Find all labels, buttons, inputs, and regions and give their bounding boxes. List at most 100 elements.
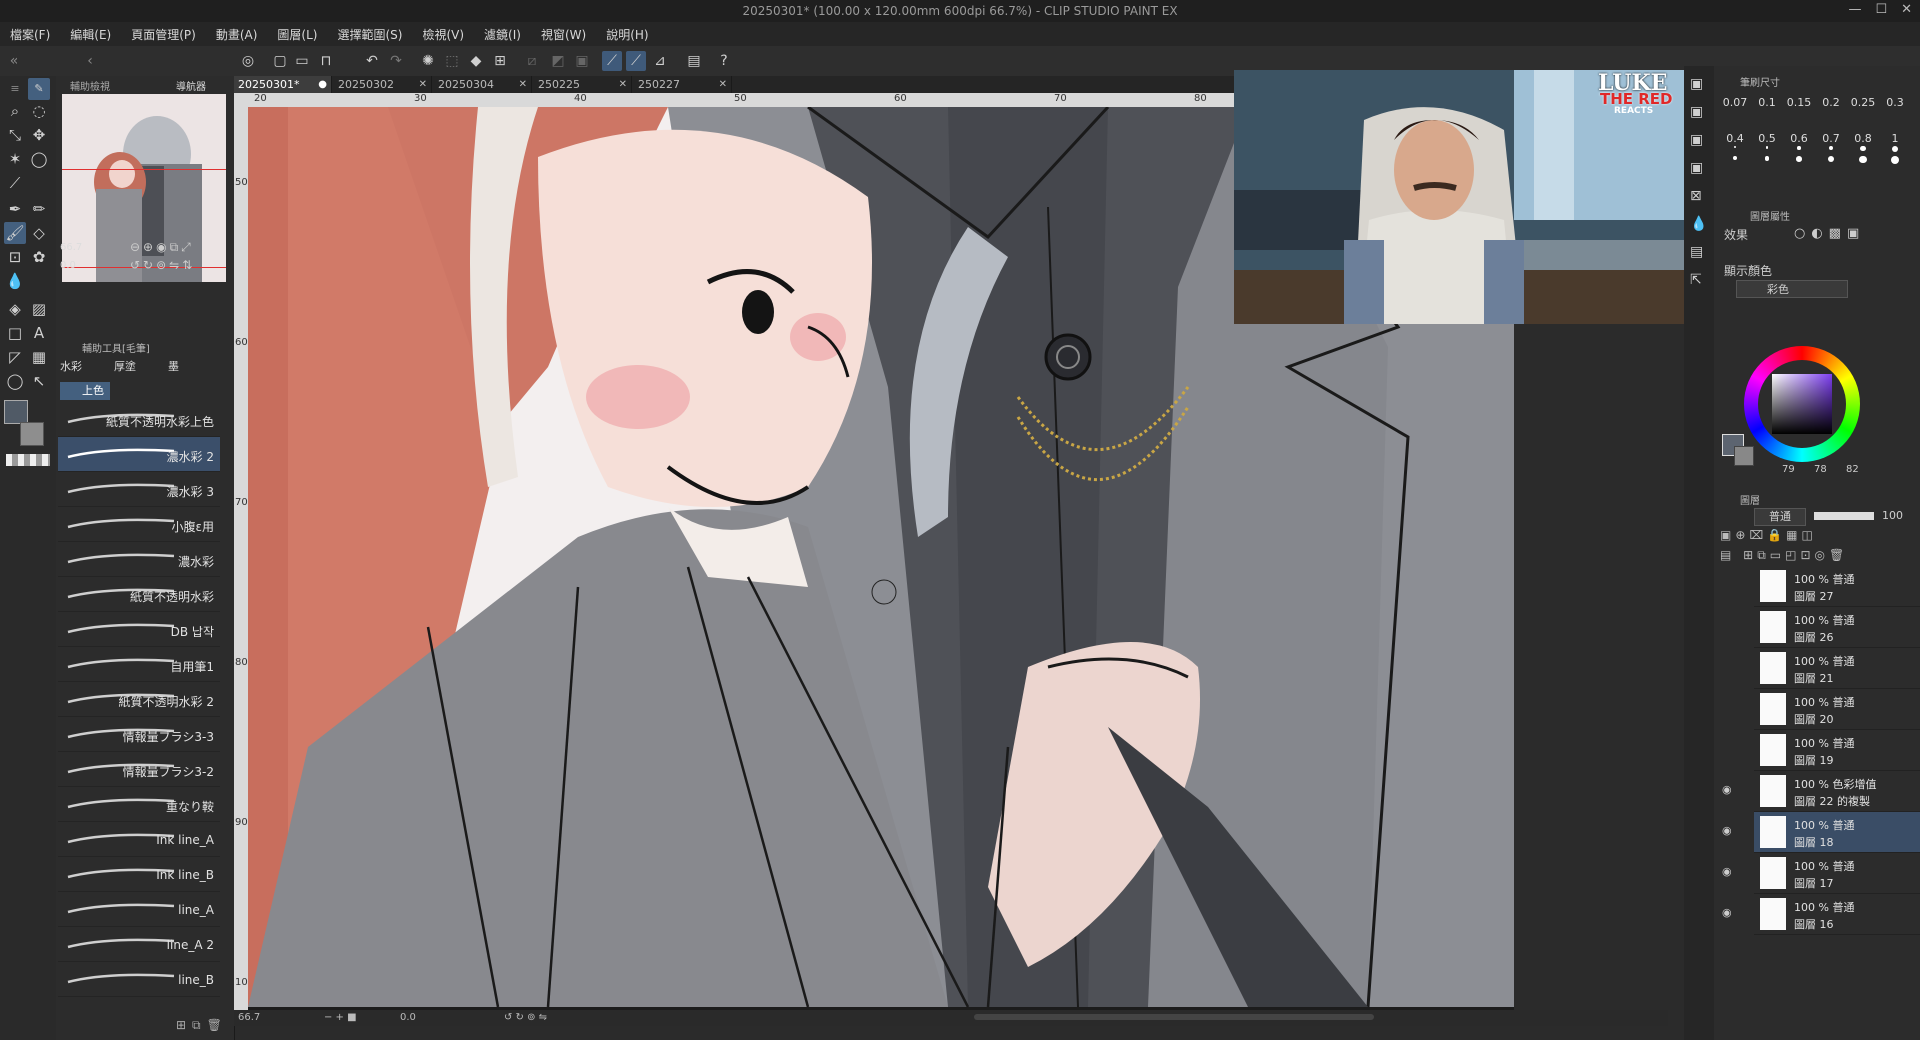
figure-icon[interactable]: □ xyxy=(4,322,26,344)
subtool-footer-icons[interactable]: ⊞⧉🗑 xyxy=(176,1018,228,1033)
brush-preset[interactable]: 濃水彩 2 xyxy=(58,437,220,472)
text-icon[interactable]: A xyxy=(28,322,50,344)
border-icon[interactable]: ▣ xyxy=(572,51,592,71)
invert-icon[interactable]: ◩ xyxy=(548,51,568,71)
tab-20250304[interactable]: 20250304 ✕ xyxy=(434,76,532,93)
brush-size-option[interactable]: 0.1 xyxy=(1752,96,1782,109)
brush-size-option[interactable]: 0.7 xyxy=(1816,132,1846,145)
brush-preset[interactable]: 濃水彩 3 xyxy=(58,472,220,507)
collapse-icon[interactable]: « xyxy=(4,51,24,71)
snap-special-ruler-icon[interactable]: ⟋ xyxy=(626,51,646,71)
main-color-swatch[interactable] xyxy=(4,400,28,424)
layer-row[interactable]: 100 % 普通 圖層 16 xyxy=(1754,894,1920,935)
brush-size-option[interactable]: 0.5 xyxy=(1752,132,1782,145)
rotate-buttons[interactable]: ↺ ↻ ⊚ ⇋ xyxy=(504,1012,547,1023)
correct-line-icon[interactable]: ↖ xyxy=(28,370,50,392)
navigator-zoom-value[interactable]: 66.7 xyxy=(60,242,82,253)
brush-size-icon[interactable]: ✎ xyxy=(28,78,50,100)
sub-color-swatch[interactable] xyxy=(20,422,44,446)
eraser-icon[interactable]: ◇ xyxy=(28,222,50,244)
color-g-value[interactable]: 78 xyxy=(1814,464,1827,475)
layer-row[interactable]: 100 % 普通 圖層 17 xyxy=(1754,853,1920,894)
balloon-icon[interactable]: ◯ xyxy=(4,370,26,392)
brush-size-option[interactable]: 0.25 xyxy=(1848,96,1878,109)
document-icon[interactable]: ▤ xyxy=(1690,244,1703,260)
eye-icon[interactable]: ◉ xyxy=(1722,783,1732,796)
chevron-left-icon[interactable]: ‹ xyxy=(80,51,100,71)
brush-preset[interactable]: line_A 2 xyxy=(58,927,220,962)
brush-size-option[interactable]: 0.15 xyxy=(1784,96,1814,109)
minimize-button[interactable]: — xyxy=(1848,2,1861,17)
menu-layer[interactable]: 圖層(L) xyxy=(277,26,317,43)
layer-row[interactable]: 100 % 色彩增值 圖層 22 的複製 xyxy=(1754,771,1920,812)
droplet-icon[interactable]: 💧 xyxy=(1690,216,1707,232)
menu-selection[interactable]: 選擇範圍(S) xyxy=(337,26,402,43)
menu-help[interactable]: 說明(H) xyxy=(606,26,648,43)
fill-icon[interactable]: ◆ xyxy=(466,51,486,71)
menu-filter[interactable]: 濾鏡(I) xyxy=(484,26,521,43)
help-icon[interactable]: ? xyxy=(714,51,734,71)
transform-icon[interactable]: ⊞ xyxy=(490,51,510,71)
clear-icon[interactable]: ⬚ xyxy=(442,51,462,71)
lasso-icon[interactable]: ◯ xyxy=(28,148,50,170)
menu-window[interactable]: 視窗(W) xyxy=(541,26,586,43)
new-file-icon[interactable]: ▢ xyxy=(270,51,290,71)
eye-icon[interactable]: ◉ xyxy=(1722,824,1732,837)
clip-studio-icon[interactable]: ◎ xyxy=(238,51,258,71)
subtool-group-coloring[interactable]: 上色 xyxy=(60,382,110,400)
brush-preset[interactable]: 小腹ɛ用 xyxy=(58,507,220,542)
tab-250225[interactable]: 250225 ✕ xyxy=(534,76,632,93)
tab-20250301[interactable]: 20250301* ● xyxy=(234,76,332,93)
opacity-slider[interactable] xyxy=(1814,512,1874,520)
eye-icon[interactable]: ◉ xyxy=(1722,865,1732,878)
brush-preset[interactable]: Ink line_B xyxy=(58,857,220,892)
brush-size-option[interactable]: 0.8 xyxy=(1848,132,1878,145)
brush-size-option[interactable]: 0.07 xyxy=(1720,96,1750,109)
close-panel-icon[interactable]: ⊠ xyxy=(1690,188,1702,204)
open-file-icon[interactable]: ▭ xyxy=(292,51,312,71)
material-icon[interactable]: ▣ xyxy=(1690,132,1703,148)
layer-row[interactable]: 100 % 普通 圖層 26 xyxy=(1754,607,1920,648)
redo-icon[interactable]: ↷ xyxy=(386,51,406,71)
ruler-icon[interactable]: ▦ xyxy=(28,346,50,368)
pen-icon[interactable]: ✒ xyxy=(4,198,26,220)
operation-icon[interactable]: ⤡ xyxy=(4,124,26,146)
blend-mode-select[interactable]: 普通 xyxy=(1754,508,1806,526)
brush-size-option[interactable]: 0.4 xyxy=(1720,132,1750,145)
rotate-icon[interactable]: ◌ xyxy=(28,100,50,122)
menu-view[interactable]: 檢視(V) xyxy=(422,26,464,43)
export-icon[interactable]: ⇱ xyxy=(1690,272,1702,288)
navigator-rotate-buttons[interactable]: ↺↻⊚⇋⇅ xyxy=(130,258,195,272)
eyedropper-icon[interactable]: ⟋ xyxy=(4,172,26,194)
zoom-buttons[interactable]: − + ■ xyxy=(324,1012,357,1023)
menu-edit[interactable]: 編輯(E) xyxy=(70,26,111,43)
layer-row[interactable]: 100 % 普通 圖層 20 xyxy=(1754,689,1920,730)
material-icon[interactable]: ▣ xyxy=(1690,160,1703,176)
horizontal-scrollbar[interactable] xyxy=(974,1014,1374,1020)
sub-color-chip[interactable] xyxy=(1734,446,1754,466)
brush-preset[interactable]: 情報量ブラシ3-3 xyxy=(58,717,220,752)
material-icon[interactable]: ▣ xyxy=(1690,104,1703,120)
navigator-tab-sub-view[interactable]: 輔助檢視 xyxy=(70,78,110,93)
brush-preset[interactable]: 紙質不透明水彩 xyxy=(58,577,220,612)
navigator-rotation-value[interactable]: 0.0 xyxy=(60,260,76,271)
status-zoom[interactable]: 66.7 xyxy=(238,1012,260,1023)
navigator-zoom-buttons[interactable]: ⊖⊕◉⧉⤢ xyxy=(130,240,194,255)
frame-border-icon[interactable]: ◸ xyxy=(4,346,26,368)
brush-preset[interactable]: 重なり鞍 xyxy=(58,787,220,822)
tab-250227[interactable]: 250227 ✕ xyxy=(634,76,732,93)
gradient-icon[interactable]: ▨ xyxy=(28,298,50,320)
transparent-color-swatch[interactable] xyxy=(6,454,50,466)
brush-preset[interactable]: 自用筆1 xyxy=(58,647,220,682)
layer-row[interactable]: 100 % 普通 圖層 18 xyxy=(1754,812,1920,853)
maximize-button[interactable]: ☐ xyxy=(1875,2,1887,17)
color-b-value[interactable]: 82 xyxy=(1846,464,1859,475)
subtool-group-watercolor[interactable]: 水彩 xyxy=(60,358,108,378)
decoration-icon[interactable]: ✿ xyxy=(28,246,50,268)
fill-bucket-icon[interactable]: ◈ xyxy=(4,298,26,320)
brush-size-option[interactable]: 0.2 xyxy=(1816,96,1846,109)
opacity-value[interactable]: 100 xyxy=(1882,509,1903,522)
move-icon[interactable]: ✥ xyxy=(28,124,50,146)
layer-row[interactable]: 100 % 普通 圖層 21 xyxy=(1754,648,1920,689)
eye-icon[interactable]: ◉ xyxy=(1722,906,1732,919)
